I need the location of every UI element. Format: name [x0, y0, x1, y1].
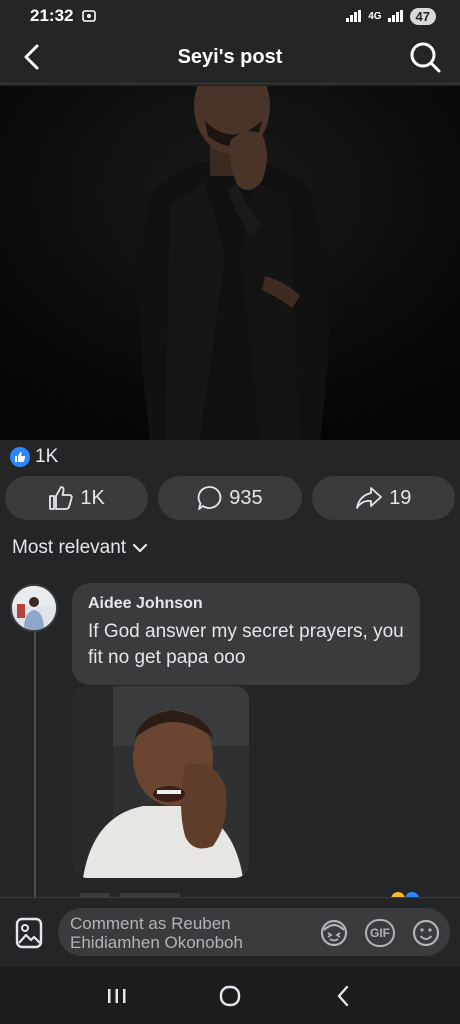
signal-icon — [346, 10, 362, 22]
like-reaction-icon — [10, 447, 30, 467]
share-button[interactable]: 19 — [311, 476, 455, 520]
home-icon — [219, 985, 241, 1006]
thumbs-up-icon — [49, 486, 74, 510]
chevron-left-icon — [24, 44, 39, 70]
avatar-sticker-icon — [320, 919, 348, 947]
post-photo-image — [0, 86, 460, 440]
comment-photo — [73, 686, 249, 878]
reaction-count: 1K — [35, 446, 59, 467]
post-actions: 1K 935 19 — [5, 476, 455, 520]
smiley-icon — [412, 919, 440, 947]
back-button[interactable] — [16, 42, 46, 72]
comment-attachment-image[interactable] — [73, 686, 249, 878]
comment-author[interactable]: Aidee Johnson — [88, 595, 404, 613]
recents-button[interactable] — [97, 976, 137, 1016]
screenshot-icon — [82, 10, 97, 22]
commenter-avatar-image — [12, 586, 56, 630]
back-arrow-icon — [338, 985, 349, 1006]
back-nav-button[interactable] — [323, 976, 363, 1016]
post-photo[interactable] — [0, 86, 460, 440]
system-nav-bar — [0, 967, 460, 1024]
like-button[interactable]: 1K — [5, 476, 149, 520]
chevron-down-icon — [132, 543, 148, 553]
gif-button[interactable]: GIF — [365, 919, 395, 947]
search-icon — [410, 42, 441, 73]
add-photo-button[interactable] — [14, 916, 44, 950]
network-type: 4G — [368, 10, 382, 22]
avatar[interactable] — [10, 584, 58, 632]
sort-label: Most relevant — [12, 537, 127, 558]
avatar-sticker-button[interactable] — [319, 918, 349, 948]
gallery-icon — [15, 917, 43, 949]
like-count: 1K — [80, 486, 105, 509]
status-bar: 21:32 4G 47 — [0, 0, 460, 32]
signal-icon-2 — [387, 10, 403, 22]
page-title: Seyi's post — [177, 46, 283, 68]
reaction-summary[interactable]: 1K — [10, 446, 58, 468]
comment-input[interactable]: Comment as Reuben Ehidiamhen Okonoboh GI… — [58, 908, 450, 956]
battery-level: 47 — [409, 7, 436, 25]
search-button[interactable] — [408, 40, 442, 74]
thread-line — [34, 632, 36, 897]
comment-bubble[interactable]: Aidee Johnson If God answer my secret pr… — [72, 583, 420, 685]
comment-input-placeholder: Comment as Reuben Ehidiamhen Okonoboh — [70, 914, 243, 952]
comment-sort-dropdown[interactable]: Most relevant — [12, 537, 148, 559]
comment-icon — [197, 486, 222, 510]
emoji-button[interactable] — [411, 918, 441, 948]
status-time: 21:32 — [30, 6, 74, 25]
comment-composer: Comment as Reuben Ehidiamhen Okonoboh GI… — [0, 897, 460, 967]
comment-count: 935 — [229, 486, 263, 509]
share-count: 19 — [389, 486, 412, 509]
header: Seyi's post — [0, 32, 460, 84]
comment-text: If God answer my secret prayers, you fit… — [88, 621, 404, 668]
comment-button[interactable]: 935 — [158, 476, 302, 520]
home-button[interactable] — [210, 976, 250, 1016]
share-icon — [356, 487, 383, 509]
recents-icon — [107, 988, 126, 1003]
